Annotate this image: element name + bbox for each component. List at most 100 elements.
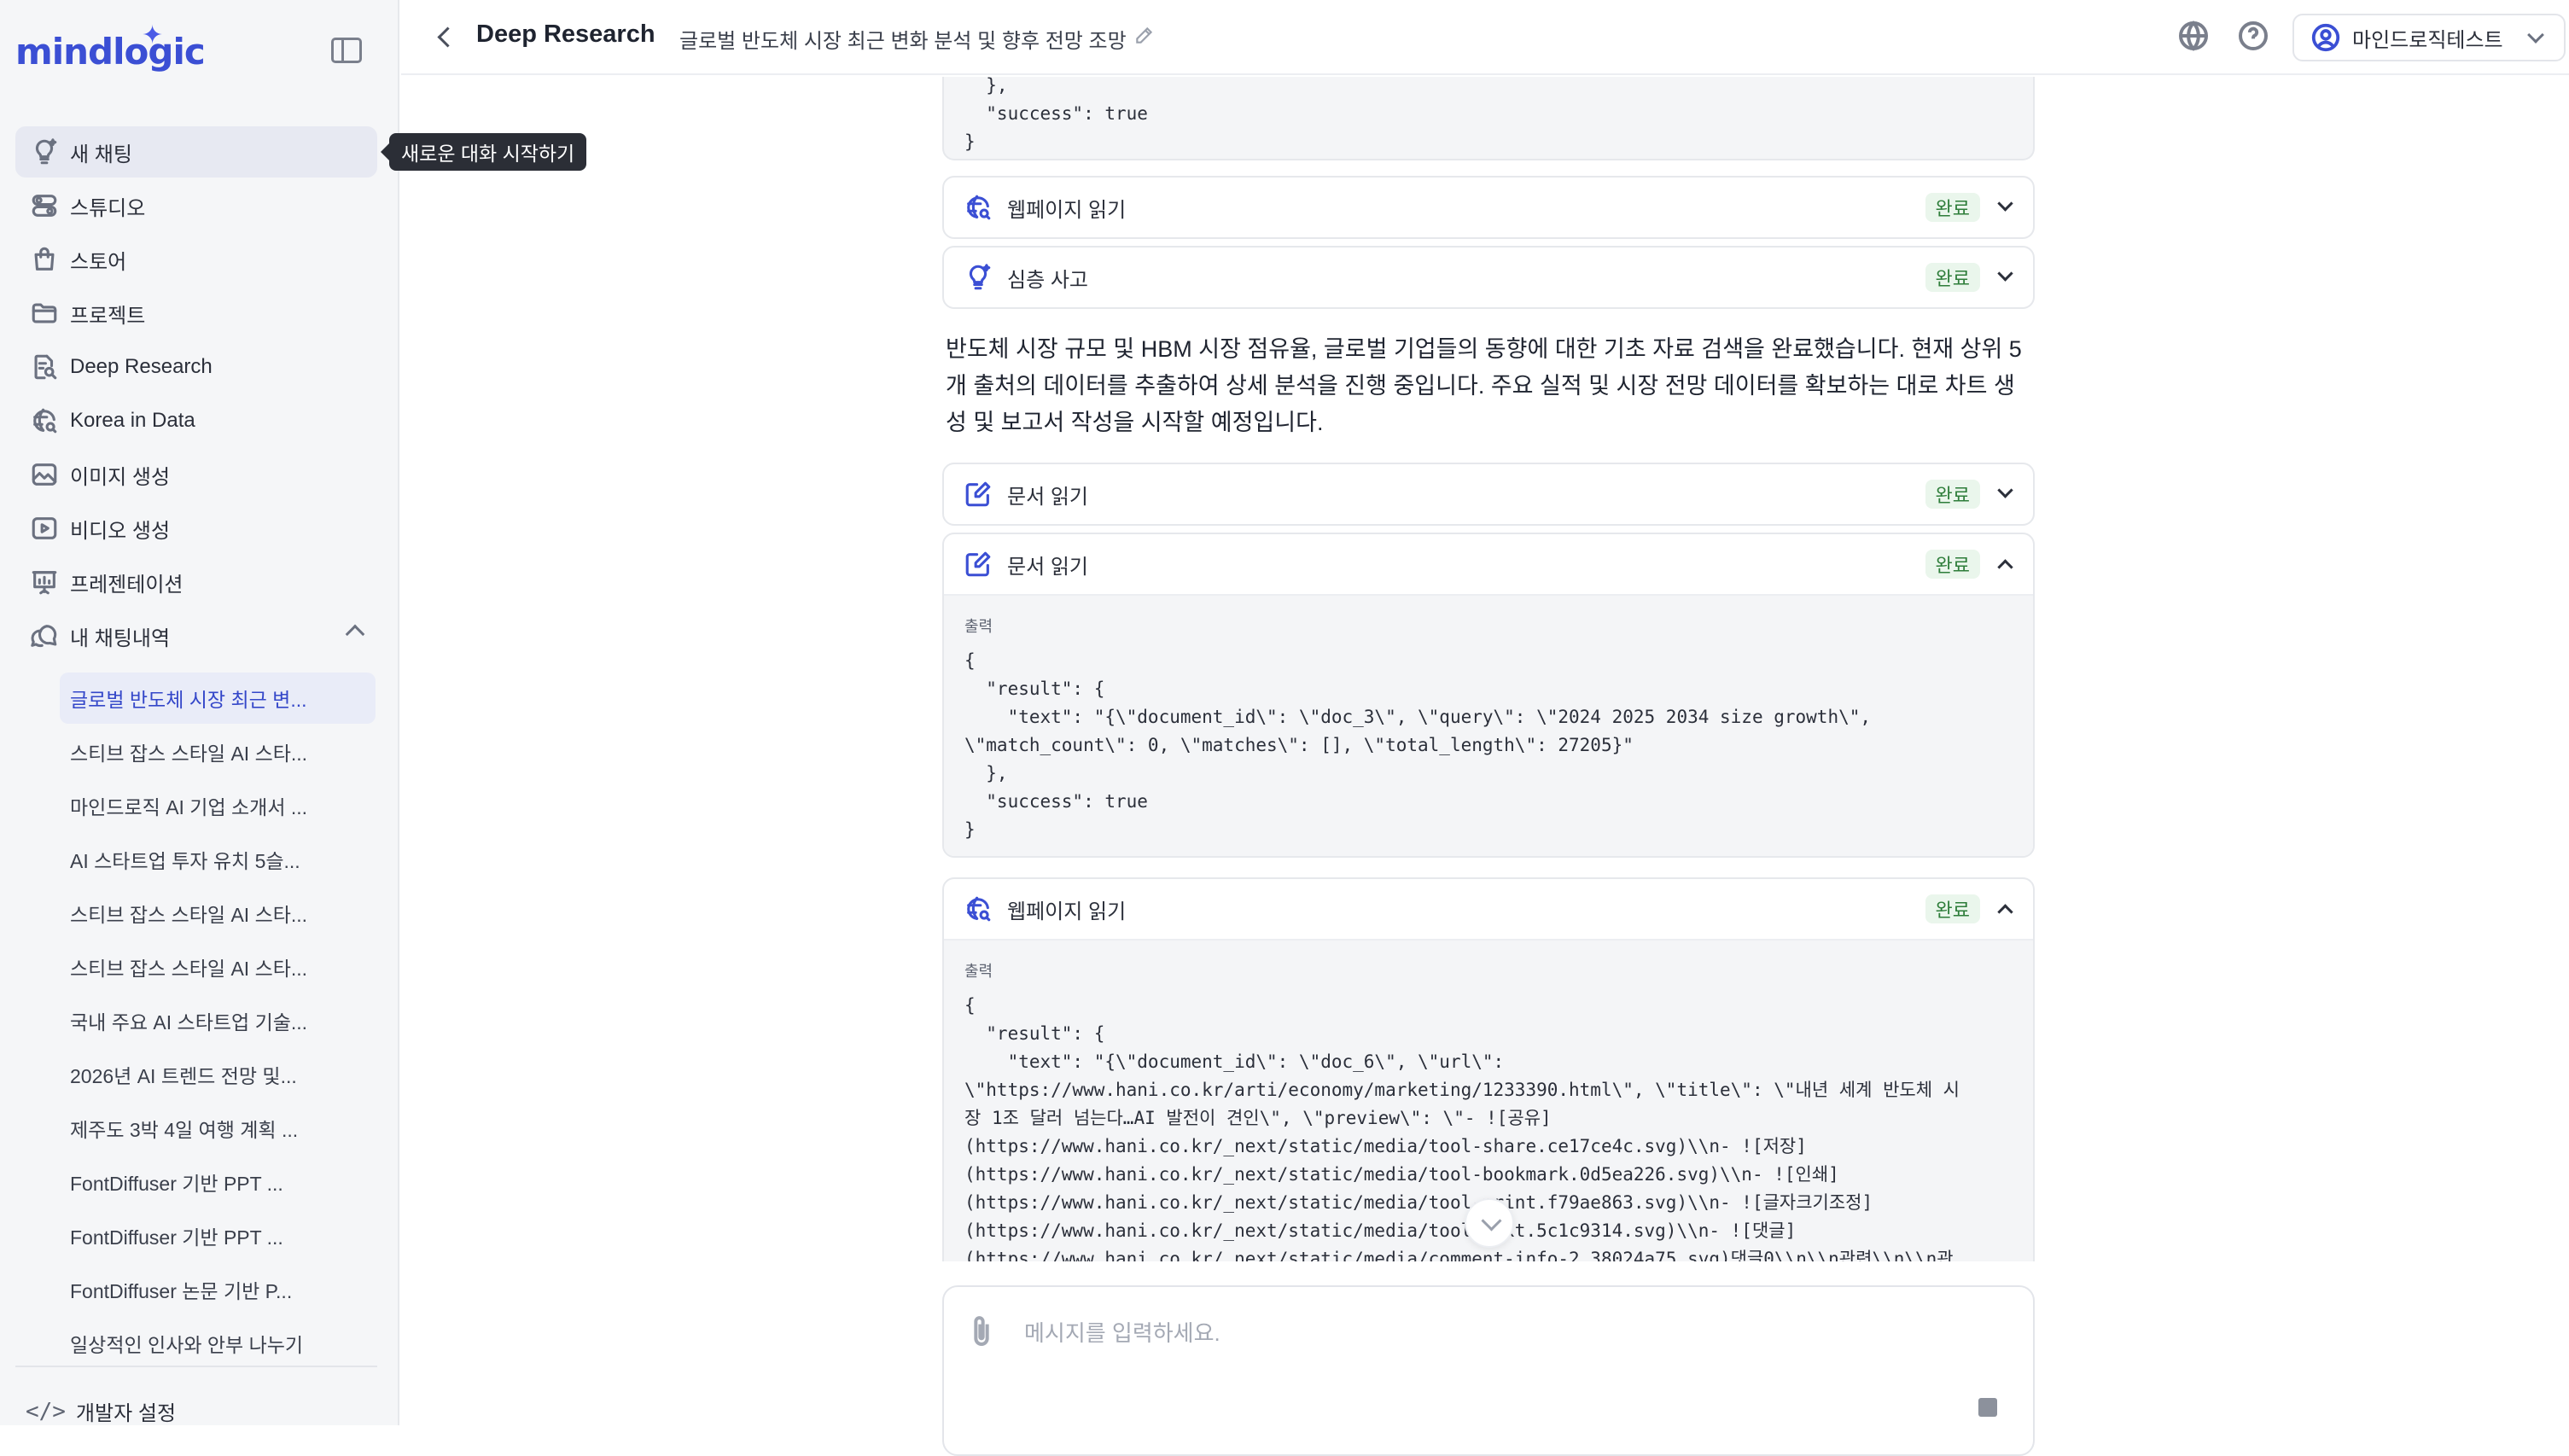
page-title: Deep Research: [476, 20, 655, 48]
top-bar: Deep Research 글로벌 반도체 시장 최근 변화 분석 및 향후 전…: [401, 0, 2569, 75]
chat-content[interactable]: }, "success": true } 웹페이지 읽기 완료 심층 사고 완료…: [942, 77, 2035, 1261]
history-item[interactable]: FontDiffuser 기반 PPT ...: [60, 1156, 376, 1208]
status-badge: 완료: [1925, 193, 1980, 222]
tool-card-header[interactable]: 문서 읽기 완료: [944, 464, 2033, 524]
user-menu-button[interactable]: 마인드로직테스트: [2292, 14, 2566, 61]
bulb-sparkle-icon: [29, 137, 60, 167]
sidebar-item-store[interactable]: 스토어: [15, 234, 377, 285]
output-label: 출력: [964, 963, 993, 980]
sidebar-item-label: 프레젠테이션: [70, 573, 184, 597]
sidebar-item-label: 프로젝트: [70, 304, 146, 328]
tool-card-header[interactable]: 문서 읽기 완료: [944, 534, 2033, 594]
back-button[interactable]: [432, 24, 457, 50]
code-icon: </>: [26, 1398, 66, 1424]
status-badge: 완료: [1925, 263, 1980, 292]
sidebar-item-label: 내 채팅내역: [70, 626, 171, 650]
document-search-icon: [29, 352, 60, 382]
toggle-stack-icon: [29, 190, 60, 221]
history-item[interactable]: 스티브 잡스 스타일 AI 스타...: [60, 726, 376, 778]
tool-card-label: 문서 읽기: [1007, 555, 1088, 579]
code-output: }, "success": true }: [964, 77, 1148, 152]
globe-search-icon: [29, 405, 60, 436]
language-globe-icon[interactable]: [2176, 19, 2212, 55]
sidebar-item-image-gen[interactable]: 이미지 생성: [15, 449, 377, 500]
history-item[interactable]: 일상적인 인사와 안부 나누기: [60, 1318, 376, 1369]
tool-card-webpage-read[interactable]: 웹페이지 읽기 완료: [942, 176, 2035, 239]
history-item[interactable]: 스티브 잡스 스타일 AI 스타...: [60, 888, 376, 939]
history-item[interactable]: 제주도 3박 4일 여행 계획 ...: [60, 1103, 376, 1154]
chat-history-icon: [29, 620, 60, 651]
tool-card-document-read[interactable]: 문서 읽기 완료: [942, 463, 2035, 526]
chevron-down-icon[interactable]: [1997, 482, 2013, 498]
tool-card-header[interactable]: 웹페이지 읽기 완료: [944, 879, 2033, 939]
sidebar-nav: 새 채팅 스튜디오 스토어 프로젝트 Deep Research Korea i…: [15, 126, 377, 664]
sidebar-item-project[interactable]: 프로젝트: [15, 288, 377, 339]
chevron-down-icon: [2527, 26, 2544, 44]
divider: [15, 1366, 377, 1367]
assistant-message: 반도체 시장 규모 및 HBM 시장 점유율, 글로벌 기업들의 동향에 대한 …: [946, 336, 2022, 435]
sidebar-item-label: 스튜디오: [70, 196, 146, 220]
tool-card-header[interactable]: 웹페이지 읽기 완료: [944, 178, 2033, 237]
globe-search-icon: [961, 190, 995, 224]
chevron-down-icon[interactable]: [1997, 195, 2013, 212]
chevron-down-icon[interactable]: [1997, 265, 2013, 282]
tool-output-code: { "result": { "text": "{\"document_id\":…: [964, 650, 1872, 840]
sidebar-toggle-icon[interactable]: [331, 38, 362, 63]
presentation-icon: [29, 567, 60, 597]
sidebar-item-label: 이미지 생성: [70, 465, 171, 489]
developer-settings-button[interactable]: </> 개발자 설정: [26, 1396, 176, 1426]
sidebar-item-new-chat[interactable]: 새 채팅: [15, 126, 377, 178]
tool-output-panel: 출력 { "result": { "text": "{\"document_id…: [944, 594, 2033, 856]
tool-card-document-read-expanded[interactable]: 문서 읽기 완료 출력 { "result": { "text": "{\"do…: [942, 533, 2035, 858]
history-item[interactable]: 국내 주요 AI 스타트업 기술...: [60, 995, 376, 1046]
chevron-up-icon[interactable]: [1997, 904, 2013, 920]
sidebar-item-korea-in-data[interactable]: Korea in Data: [15, 395, 377, 446]
scroll-to-bottom-button[interactable]: [1465, 1198, 1514, 1248]
message-input[interactable]: [1024, 1313, 1963, 1354]
mindlogic-logo[interactable]: mindlogic ✦: [15, 21, 206, 82]
sidebar-item-label: 스토어: [70, 250, 127, 274]
tool-card-deep-thinking[interactable]: 심층 사고 완료: [942, 246, 2035, 309]
history-item[interactable]: AI 스타트업 투자 유치 5슬...: [60, 834, 376, 885]
stop-generation-button[interactable]: [1963, 1383, 2013, 1432]
user-name: 마인드로직테스트: [2352, 28, 2503, 52]
bulb-sparkle-icon: [961, 260, 995, 294]
sidebar-item-label: Korea in Data: [70, 409, 195, 432]
tool-card-header[interactable]: 심층 사고 완료: [944, 248, 2033, 307]
paperclip-icon[interactable]: [970, 1314, 995, 1348]
history-item[interactable]: 스티브 잡스 스타일 AI 스타...: [60, 941, 376, 993]
globe-search-icon: [961, 892, 995, 926]
tool-card-label: 웹페이지 읽기: [1007, 198, 1127, 222]
developer-settings-label: 개발자 설정: [75, 1402, 177, 1425]
sidebar: mindlogic ✦ 새 채팅 스튜디오 스토어 프로젝트 Deep Rese…: [0, 0, 399, 1425]
tool-card-label: 심층 사고: [1007, 268, 1088, 292]
sparkle-icon: ✦: [142, 21, 164, 50]
sidebar-item-presentation[interactable]: 프레젠테이션: [15, 556, 377, 608]
sidebar-item-chat-history[interactable]: 내 채팅내역: [15, 610, 377, 661]
sidebar-item-studio[interactable]: 스튜디오: [15, 180, 377, 231]
chat-title: 글로벌 반도체 시장 최근 변화 분석 및 향후 전망 조망: [679, 30, 1127, 53]
edit-title-icon[interactable]: [1133, 24, 1157, 48]
output-label: 출력: [964, 618, 993, 635]
chevron-up-icon[interactable]: [1997, 559, 2013, 575]
history-item[interactable]: FontDiffuser 기반 PPT ...: [60, 1210, 376, 1261]
message-composer: [942, 1285, 2035, 1456]
tool-card-label: 문서 읽기: [1007, 485, 1088, 509]
user-avatar-icon: [2311, 23, 2340, 52]
sidebar-item-video-gen[interactable]: 비디오 생성: [15, 503, 377, 554]
edit-icon: [961, 477, 995, 511]
sidebar-item-deep-research[interactable]: Deep Research: [15, 341, 377, 393]
code-output-block: }, "success": true }: [942, 77, 2035, 160]
history-item[interactable]: FontDiffuser 논문 기반 P...: [60, 1264, 376, 1315]
folder-icon: [29, 298, 60, 329]
tool-card-label: 웹페이지 읽기: [1007, 900, 1127, 923]
image-icon: [29, 459, 60, 490]
chevron-up-icon[interactable]: [345, 624, 365, 644]
status-badge: 완료: [1925, 894, 1980, 923]
edit-icon: [961, 547, 995, 581]
history-item[interactable]: 글로벌 반도체 시장 최근 변...: [60, 673, 376, 724]
help-icon[interactable]: [2236, 19, 2272, 55]
history-item[interactable]: 2026년 AI 트렌드 전망 및...: [60, 1049, 376, 1100]
play-icon: [29, 513, 60, 544]
history-item[interactable]: 마인드로직 AI 기업 소개서 ...: [60, 780, 376, 831]
